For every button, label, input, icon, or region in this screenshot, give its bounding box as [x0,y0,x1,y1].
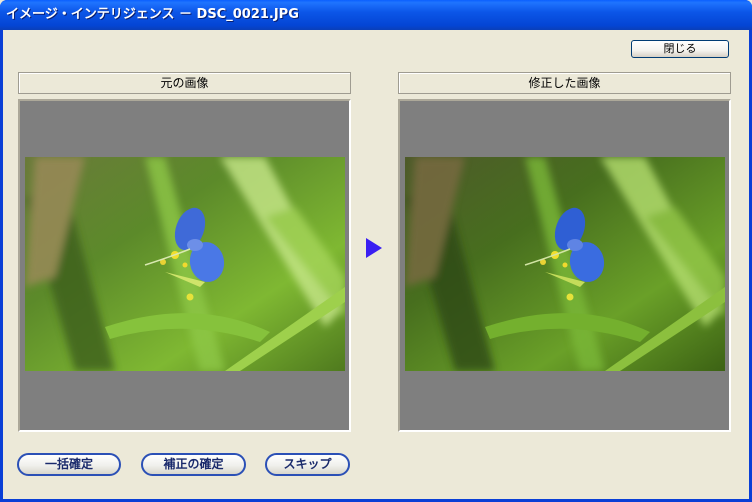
close-button[interactable]: 閉じる [631,40,729,58]
window-title: イメージ・インテリジェンス － DSC_0021.JPG [0,0,752,30]
original-image-panel [18,99,351,432]
app-window: イメージ・インテリジェンス － DSC_0021.JPG 閉じる 元の画像 修正… [0,0,752,502]
original-photo [25,157,345,371]
batch-confirm-button[interactable]: 一括確定 [17,453,121,476]
skip-button[interactable]: スキップ [265,453,350,476]
original-image-label: 元の画像 [18,72,351,94]
dialog-body: 閉じる 元の画像 修正した画像 一括確定 補正の確定 スキップ [3,30,749,499]
corrected-photo [405,157,725,371]
corrected-image-label: 修正した画像 [398,72,731,94]
corrected-image-panel [398,99,731,432]
right-triangle-arrow-icon [364,238,384,258]
confirm-correction-button[interactable]: 補正の確定 [141,453,246,476]
